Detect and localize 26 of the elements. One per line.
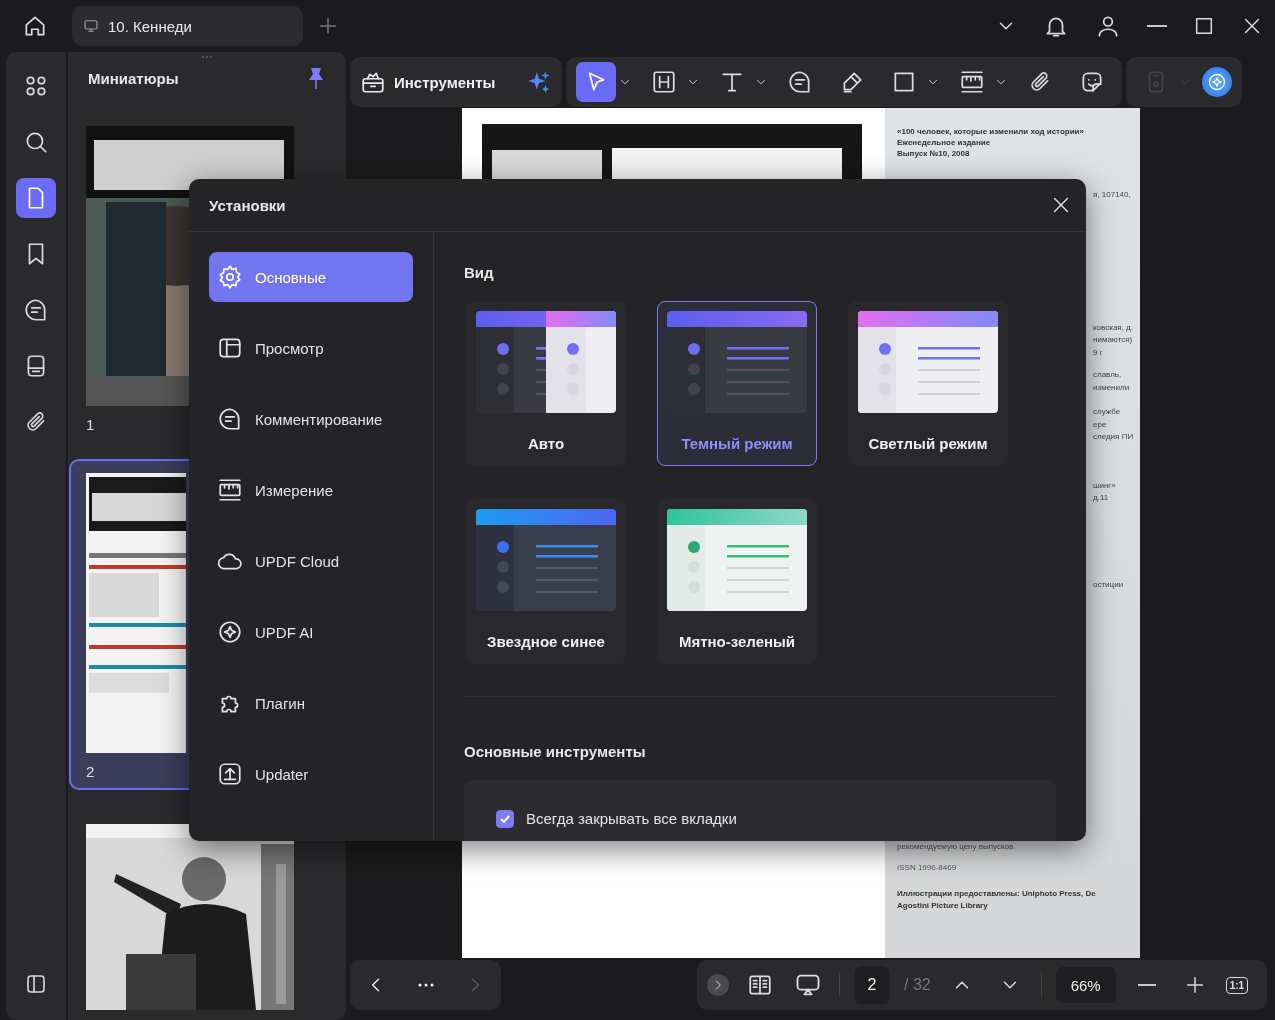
document-text: ере <box>1093 418 1108 431</box>
option-label: Всегда закрывать все вкладки <box>526 810 737 827</box>
document-text: следия ПИ <box>1093 431 1135 443</box>
document-text: я, 107140, <box>1093 189 1132 201</box>
document-text: изменили <box>1093 381 1131 394</box>
document-text: д.11 <box>1093 492 1110 504</box>
document-text: рекомендуемую цену выпусков. <box>897 841 1017 853</box>
document-text: ISSN 1996-8469 <box>897 862 958 874</box>
document-text: «100 человек, которые изменили ход истории» <box>897 126 1085 137</box>
document-text: Еженедельное издание <box>897 137 992 148</box>
section-title: Вид <box>464 264 495 281</box>
document-text: Выпуск №10, 2008 <box>897 148 971 159</box>
document-text: ковская, д. <box>1093 321 1134 334</box>
section-title: Основные инструменты <box>464 743 647 760</box>
panel-title: Миниатюры <box>88 69 179 87</box>
document-text: Иллюстрации предоставлены: Uniphoto Press, De Agostini Picture Library <box>897 888 1097 912</box>
document-text: нимаются) <box>1093 334 1134 346</box>
dialog-title: Установки <box>209 196 286 214</box>
document-text: службе <box>1093 406 1122 418</box>
page-total: / 32 <box>904 976 931 994</box>
document-text: славль, <box>1093 369 1123 381</box>
page-number: 1 <box>86 416 95 433</box>
document-text: остиции <box>1093 578 1125 591</box>
document-text: шинг» <box>1093 479 1117 492</box>
document-text: 9 г <box>1093 346 1104 359</box>
page-number: 2 <box>86 763 95 780</box>
